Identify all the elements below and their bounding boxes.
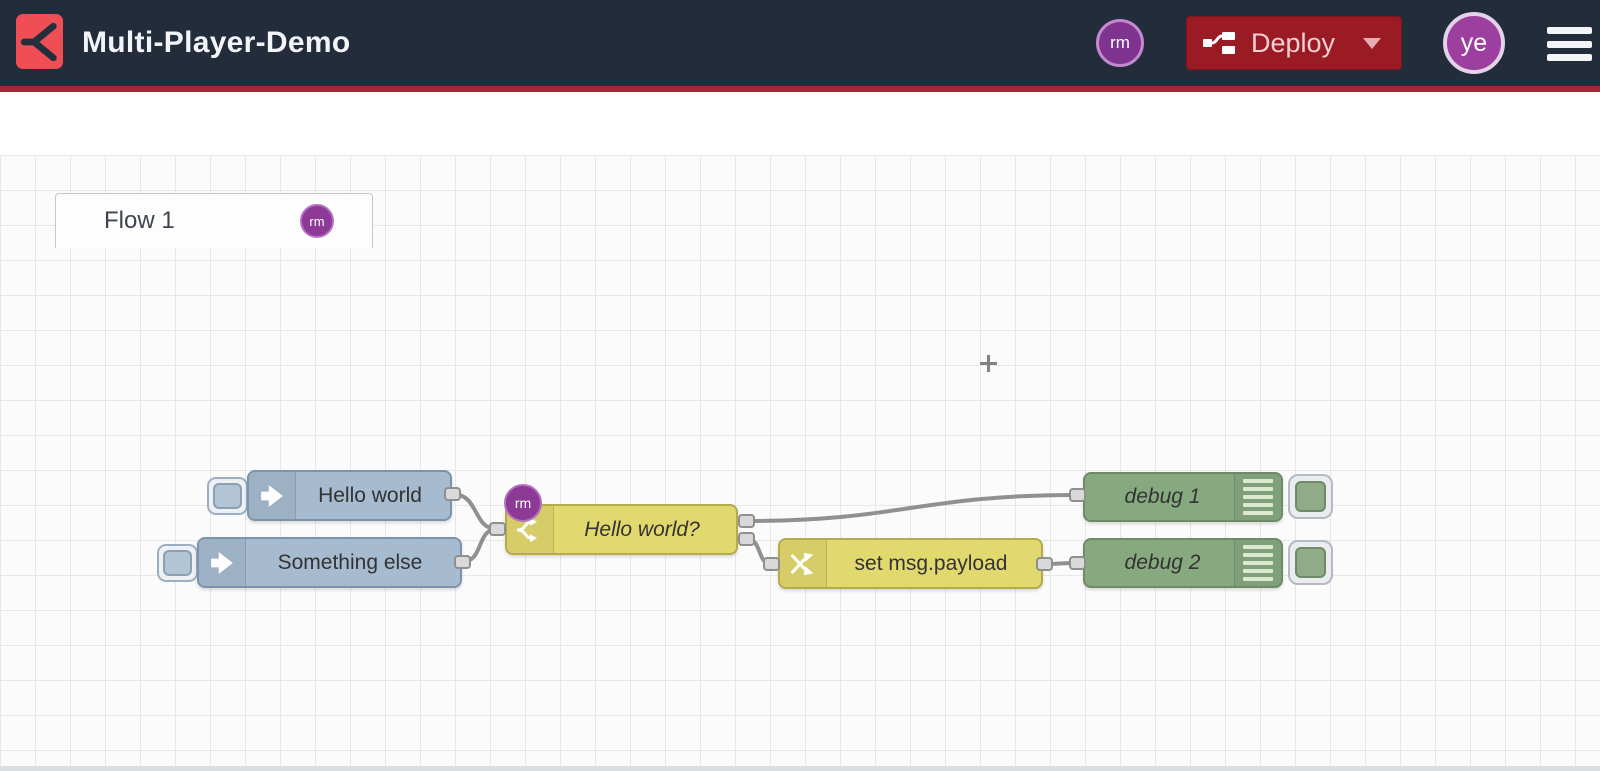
switch-output-port-1[interactable]: [738, 514, 755, 528]
node-inject-hello-world[interactable]: Hello world: [247, 470, 452, 521]
debug-console-icon: [1243, 479, 1273, 515]
node-debug2[interactable]: debug 2: [1083, 538, 1283, 588]
debug2-toggle-button[interactable]: [1288, 540, 1333, 585]
node-label: Hello world: [318, 483, 422, 507]
flow-tabbar: Flow 1 rm Flow 2 +: [0, 92, 1600, 248]
change-swap-icon: [790, 552, 814, 575]
node-switch-hello-world[interactable]: Hello world?: [505, 504, 738, 555]
inject2-trigger-button[interactable]: [157, 544, 198, 582]
header-bar: Multi-Player-Demo rm Deploy ye: [0, 0, 1600, 86]
switch-input-port[interactable]: [489, 522, 506, 536]
node-label: debug 1: [1124, 485, 1201, 508]
inject1-trigger-button[interactable]: [207, 477, 248, 515]
node-label: set msg.payload: [854, 551, 1008, 575]
debug1-toggle-button[interactable]: [1288, 474, 1333, 519]
inject1-trigger-inner: [213, 483, 242, 509]
deploy-button[interactable]: Deploy: [1186, 16, 1402, 70]
inject2-trigger-inner: [163, 550, 192, 576]
deploy-label: Deploy: [1251, 27, 1336, 58]
tab-flow1-label: Flow 1: [104, 207, 175, 234]
deploy-caret-icon[interactable]: [1363, 37, 1382, 49]
node-label: Hello world?: [584, 517, 700, 541]
cursor-crosshair-icon: [980, 355, 997, 372]
inject2-output-port[interactable]: [454, 555, 471, 569]
canvas-bottom-strip: [0, 766, 1600, 771]
wire-switch-debug1[interactable]: [745, 493, 1079, 523]
debug1-input-port[interactable]: [1069, 488, 1086, 502]
tab-flow1-collaborator-badge: rm: [300, 204, 334, 238]
inject-arrow-icon: [211, 551, 233, 574]
change-input-port[interactable]: [763, 557, 780, 571]
user-avatar[interactable]: ye: [1443, 12, 1505, 74]
change-icon-zone: [780, 540, 827, 587]
inject-arrow-icon: [261, 484, 283, 507]
debug-console-icon: [1243, 545, 1273, 581]
inject-icon-zone: [199, 539, 246, 586]
change-output-port[interactable]: [1036, 557, 1053, 571]
debug-icon-zone: [1234, 474, 1281, 520]
inject-icon-zone: [249, 472, 296, 519]
main-menu-icon[interactable]: [1547, 27, 1592, 61]
node-label: Something else: [277, 550, 423, 574]
debug-icon-zone: [1234, 540, 1281, 586]
app-logo-icon[interactable]: [16, 14, 63, 69]
switch-collaborator-badge: rm: [504, 484, 542, 522]
node-change-set-payload[interactable]: set msg.payload: [778, 538, 1043, 589]
node-inject-something-else[interactable]: Something else: [197, 537, 462, 588]
debug2-toggle-inner: [1295, 547, 1326, 578]
node-debug1[interactable]: debug 1: [1083, 472, 1283, 522]
inject1-output-port[interactable]: [444, 487, 461, 501]
logo-chevron-icon: [20, 22, 57, 61]
node-label: debug 2: [1124, 551, 1201, 574]
page-title: Multi-Player-Demo: [82, 26, 351, 59]
switch-output-port-2[interactable]: [738, 532, 755, 546]
debug2-input-port[interactable]: [1069, 556, 1086, 570]
deploy-node-icon: [1203, 32, 1235, 54]
debug1-toggle-inner: [1295, 481, 1326, 512]
tab-flow1[interactable]: Flow 1 rm: [55, 193, 373, 248]
collaborator-avatar[interactable]: rm: [1096, 19, 1144, 67]
